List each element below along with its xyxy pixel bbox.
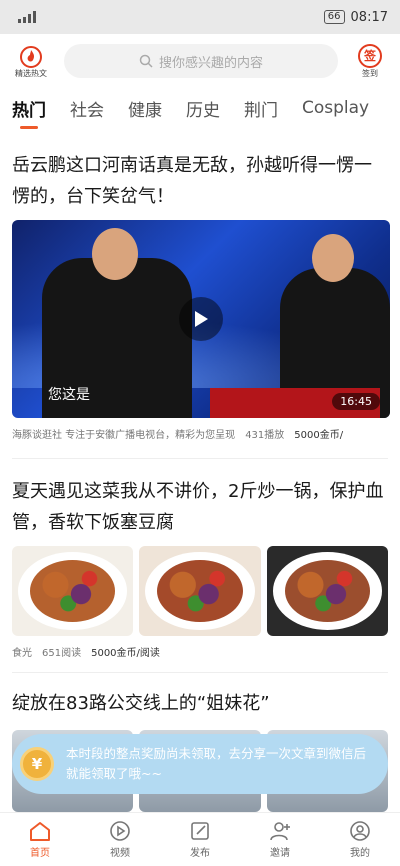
status-bar: 66 08:17 — [0, 0, 400, 34]
tab-jingmen[interactable]: 荆门 — [244, 96, 278, 127]
article-title[interactable]: 绽放在83路公交线上的“姐妹花” — [12, 688, 388, 719]
signal-icon — [18, 11, 36, 23]
coin-icon: ¥ — [20, 747, 54, 781]
search-placeholder: 搜你感兴趣的内容 — [158, 55, 263, 71]
video-caption: 您这是 — [48, 387, 90, 403]
home-icon — [30, 822, 50, 841]
article-title[interactable]: 夏天遇见这菜我从不讲价，2斤炒一锅，保护血管，香软下饭塞豆腐 — [12, 476, 388, 538]
nav-profile[interactable]: 我的 — [320, 813, 400, 866]
article-title[interactable]: 岳云鹏这口河南话真是无敌，孙越听得一愣一愣的，台下笑岔气！ — [12, 150, 388, 212]
divider — [12, 458, 388, 459]
clock: 08:17 — [350, 9, 388, 25]
nav-publish[interactable]: 发布 — [160, 813, 240, 866]
video-duration: 16:45 — [332, 393, 380, 410]
sign-in-icon: 签 — [358, 43, 382, 68]
tab-society[interactable]: 社会 — [70, 96, 104, 127]
hot-articles-label: 精选热文 — [15, 68, 47, 78]
sign-in-label: 签到 — [362, 68, 378, 78]
toast-message: 本时段的整点奖励尚未领取，去分享一次文章到微信后就能领取了哦~~ — [66, 746, 367, 781]
publish-icon — [191, 822, 209, 840]
tab-hot[interactable]: 热门 — [12, 96, 46, 129]
battery-indicator: 66 — [323, 10, 345, 24]
article-card[interactable]: 夏天遇见这菜我从不讲价，2斤炒一锅，保护血管，香软下饭塞豆腐 食光 651阅读 … — [0, 476, 400, 659]
article-meta: 海豚谈逛社 专注于安徽广播电视台，精彩为您呈现 431播放 5000金币/ — [12, 426, 388, 441]
sign-in-button[interactable]: 签 签到 — [350, 43, 390, 79]
article-card[interactable]: 绽放在83路公交线上的“姐妹花” — [0, 688, 400, 719]
article-card[interactable]: 岳云鹏这口河南话真是无敌，孙越听得一愣一愣的，台下笑岔气！ 您这是 16:45 … — [0, 150, 400, 441]
article-image[interactable] — [139, 546, 261, 636]
nav-home[interactable]: 首页 — [0, 813, 80, 866]
search-input[interactable]: 搜你感兴趣的内容 — [64, 44, 338, 78]
nav-invite[interactable]: 邀请 — [240, 813, 320, 866]
article-image[interactable] — [12, 546, 134, 636]
nav-publish-label: 发布 — [190, 848, 210, 859]
nav-invite-label: 邀请 — [270, 848, 290, 859]
flame-icon — [20, 45, 42, 68]
video-thumbnail[interactable]: 您这是 16:45 — [12, 220, 390, 418]
profile-icon — [350, 821, 370, 841]
tab-history[interactable]: 历史 — [186, 96, 220, 127]
invite-icon — [270, 822, 290, 841]
play-icon[interactable] — [179, 297, 223, 341]
hot-articles-button[interactable]: 精选热文 — [10, 44, 52, 79]
article-meta: 食光 651阅读 5000金币/阅读 — [12, 644, 388, 659]
article-reward: 5000金币/阅读 — [91, 648, 160, 659]
nav-video-label: 视频 — [110, 848, 130, 859]
tab-health[interactable]: 健康 — [128, 96, 162, 127]
search-icon — [139, 54, 153, 68]
nav-profile-label: 我的 — [350, 848, 370, 859]
article-image[interactable] — [266, 546, 388, 636]
nav-video[interactable]: 视频 — [80, 813, 160, 866]
top-bar: 精选热文 搜你感兴趣的内容 签 签到 — [0, 34, 400, 88]
article-views: 651阅读 — [42, 648, 82, 659]
article-source: 食光 — [12, 648, 32, 659]
article-views: 431播放 — [245, 430, 285, 441]
video-icon — [110, 821, 130, 841]
category-tabs: 热门 社会 健康 历史 荆门 Cosplay — [0, 92, 400, 130]
article-source: 海豚谈逛社 专注于安徽广播电视台，精彩为您呈现 — [12, 430, 236, 441]
divider — [12, 672, 388, 673]
bottom-navigation: 首页 视频 发布 邀请 我的 — [0, 812, 400, 866]
tab-cosplay[interactable]: Cosplay — [302, 98, 369, 124]
nav-home-label: 首页 — [30, 848, 50, 859]
reward-toast[interactable]: ¥ 本时段的整点奖励尚未领取，去分享一次文章到微信后就能领取了哦~~ — [12, 734, 388, 794]
article-images — [12, 546, 388, 636]
article-reward: 5000金币/ — [294, 430, 344, 441]
